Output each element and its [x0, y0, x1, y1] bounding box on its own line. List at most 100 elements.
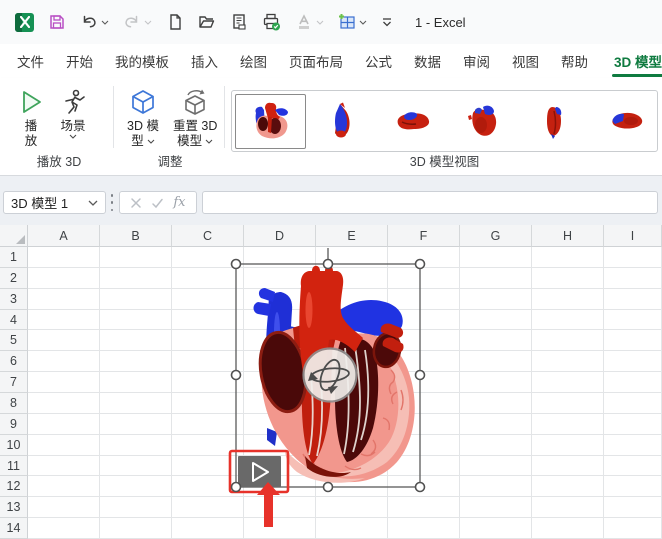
row-header-13[interactable]: 13: [0, 497, 28, 519]
row-header-11[interactable]: 11: [0, 455, 28, 477]
handle-mid-left[interactable]: [230, 369, 242, 381]
cell-B2[interactable]: [100, 267, 172, 289]
cell-I11[interactable]: [604, 455, 662, 477]
cell-A9[interactable]: [28, 413, 100, 435]
cell-I9[interactable]: [604, 413, 662, 435]
cell-H6[interactable]: [532, 351, 604, 373]
reset-3d-model-button[interactable]: 重置 3D 模型: [166, 84, 224, 152]
row-header-2[interactable]: 2: [0, 267, 28, 289]
model-view-thumbnail-3[interactable]: [377, 94, 448, 149]
column-header-G[interactable]: G: [460, 225, 532, 247]
scene-button[interactable]: 场景: [52, 84, 94, 152]
cell-H1[interactable]: [532, 247, 604, 268]
cell-G5[interactable]: [460, 330, 532, 352]
cell-A10[interactable]: [28, 434, 100, 456]
cell-H8[interactable]: [532, 393, 604, 414]
tab-公式[interactable]: 公式: [354, 44, 403, 78]
cell-G14[interactable]: [460, 518, 532, 539]
cell-I1[interactable]: [604, 247, 662, 268]
cell-H5[interactable]: [532, 330, 604, 352]
cell-B3[interactable]: [100, 288, 172, 310]
cell-I6[interactable]: [604, 351, 662, 373]
cell-G10[interactable]: [460, 434, 532, 456]
excel-app-icon[interactable]: [15, 12, 34, 32]
cell-B9[interactable]: [100, 413, 172, 435]
tab-3D 模型[interactable]: 3D 模型: [603, 44, 662, 78]
save-button[interactable]: [48, 13, 66, 31]
cell-H13[interactable]: [532, 497, 604, 519]
cell-A1[interactable]: [28, 247, 100, 268]
cell-B4[interactable]: [100, 309, 172, 331]
cell-H3[interactable]: [532, 288, 604, 310]
tab-文件[interactable]: 文件: [6, 44, 55, 78]
cell-I3[interactable]: [604, 288, 662, 310]
tab-帮助[interactable]: 帮助: [550, 44, 599, 78]
cell-A2[interactable]: [28, 267, 100, 289]
cell-G9[interactable]: [460, 413, 532, 435]
tab-数据[interactable]: 数据: [403, 44, 452, 78]
row-header-7[interactable]: 7: [0, 372, 28, 394]
select-all-corner[interactable]: [0, 225, 28, 247]
cell-H2[interactable]: [532, 267, 604, 289]
cell-B8[interactable]: [100, 393, 172, 414]
model-view-thumbnail-6[interactable]: [590, 94, 657, 149]
cell-A3[interactable]: [28, 288, 100, 310]
cell-I12[interactable]: [604, 476, 662, 498]
column-header-A[interactable]: A: [28, 225, 100, 247]
handle-bottom-center[interactable]: [322, 481, 334, 493]
cell-A14[interactable]: [28, 518, 100, 539]
rotate-3d-gizmo[interactable]: [302, 347, 358, 403]
cell-I8[interactable]: [604, 393, 662, 414]
handle-mid-right[interactable]: [414, 369, 426, 381]
cell-G3[interactable]: [460, 288, 532, 310]
cell-B13[interactable]: [100, 497, 172, 519]
3d-model-button[interactable]: 3D 模 型: [120, 84, 166, 152]
model-view-thumbnail-2[interactable]: [306, 94, 377, 149]
cell-G8[interactable]: [460, 393, 532, 414]
model-view-thumbnail-5[interactable]: [519, 94, 590, 149]
cell-A7[interactable]: [28, 372, 100, 394]
tab-绘图[interactable]: 绘图: [229, 44, 278, 78]
column-header-I[interactable]: I: [604, 225, 662, 247]
row-header-3[interactable]: 3: [0, 288, 28, 310]
cancel-icon[interactable]: [130, 197, 142, 209]
cell-I13[interactable]: [604, 497, 662, 519]
cell-G13[interactable]: [460, 497, 532, 519]
tab-页面布局[interactable]: 页面布局: [278, 44, 354, 78]
quick-print-button[interactable]: [262, 13, 281, 31]
row-header-14[interactable]: 14: [0, 518, 28, 539]
borders-grid-button[interactable]: [338, 13, 367, 31]
handle-top-center[interactable]: [322, 258, 334, 270]
name-box-splitter[interactable]: [110, 194, 114, 211]
cell-H10[interactable]: [532, 434, 604, 456]
cell-H14[interactable]: [532, 518, 604, 539]
cell-B6[interactable]: [100, 351, 172, 373]
cell-B7[interactable]: [100, 372, 172, 394]
cell-A6[interactable]: [28, 351, 100, 373]
cell-B12[interactable]: [100, 476, 172, 498]
cell-G11[interactable]: [460, 455, 532, 477]
cell-G2[interactable]: [460, 267, 532, 289]
cell-G4[interactable]: [460, 309, 532, 331]
row-header-6[interactable]: 6: [0, 351, 28, 373]
cell-I4[interactable]: [604, 309, 662, 331]
tab-我的模板[interactable]: 我的模板: [104, 44, 180, 78]
cell-B11[interactable]: [100, 455, 172, 477]
row-header-4[interactable]: 4: [0, 309, 28, 331]
cell-B5[interactable]: [100, 330, 172, 352]
print-preview-button[interactable]: [230, 13, 248, 31]
cell-I14[interactable]: [604, 518, 662, 539]
tab-插入[interactable]: 插入: [180, 44, 229, 78]
row-header-5[interactable]: 5: [0, 330, 28, 352]
tab-开始[interactable]: 开始: [55, 44, 104, 78]
row-header-1[interactable]: 1: [0, 247, 28, 268]
tab-视图[interactable]: 视图: [501, 44, 550, 78]
customize-toolbar-button[interactable]: [381, 17, 393, 27]
row-header-12[interactable]: 12: [0, 476, 28, 498]
cell-B14[interactable]: [100, 518, 172, 539]
play-button[interactable]: 播 放: [10, 84, 52, 152]
handle-bottom-left[interactable]: [230, 481, 242, 493]
cell-A4[interactable]: [28, 309, 100, 331]
cell-A11[interactable]: [28, 455, 100, 477]
cell-H9[interactable]: [532, 413, 604, 435]
